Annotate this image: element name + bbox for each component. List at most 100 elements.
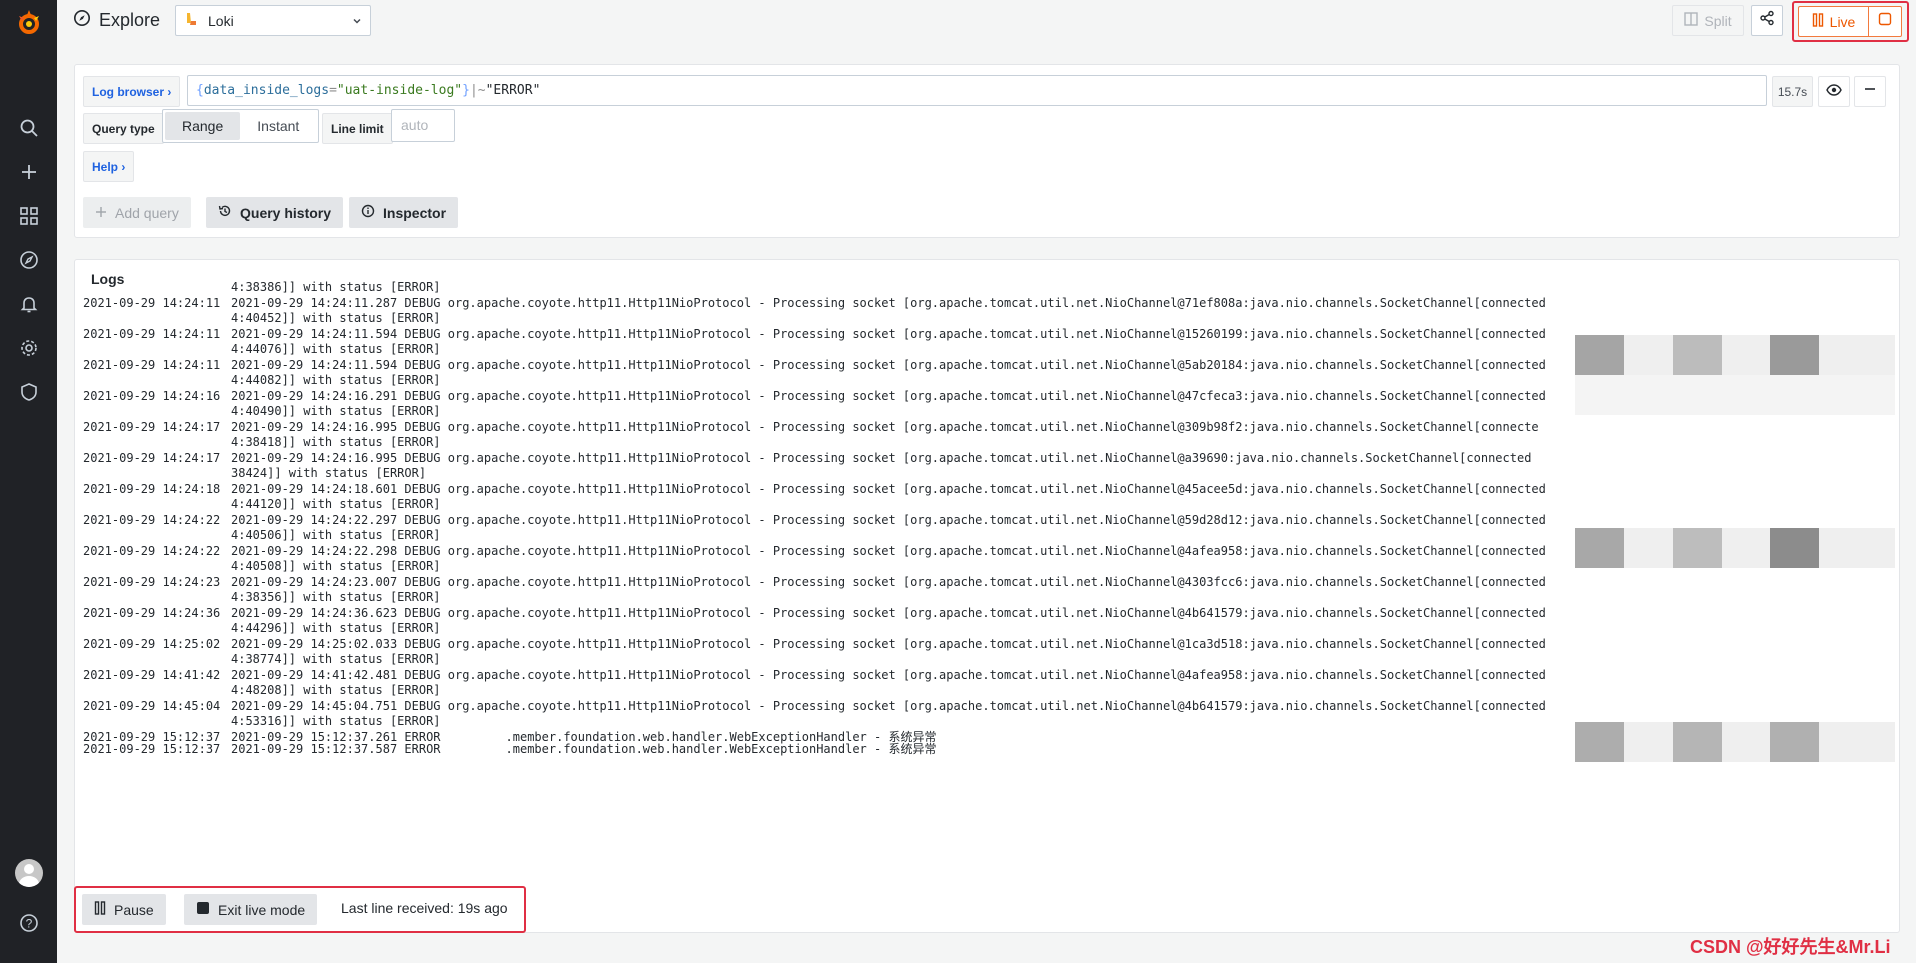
chevron-down-icon (352, 13, 362, 29)
log-continuation: 4:38774]] with status [ERROR] (231, 652, 441, 666)
log-continuation: 4:53316]] with status [ERROR] (231, 714, 441, 728)
log-row[interactable]: 2021-09-29 14:24:11 2021-09-29 14:24:11.2… (83, 296, 1893, 327)
query-history-label: Query history (240, 204, 332, 221)
log-continuation: 4:38356]] with status [ERROR] (231, 590, 441, 604)
log-message: 2021-09-29 14:24:11.594 DEBUG org.apache… (231, 326, 1546, 341)
add-query-button[interactable]: Add query (83, 197, 191, 228)
toggle-visibility-button[interactable] (1818, 76, 1850, 107)
last-line-status: Last line received: 19s ago (341, 900, 508, 916)
log-timestamp: 2021-09-29 14:24:17 (83, 419, 221, 434)
grafana-logo-icon[interactable] (11, 5, 47, 41)
log-row[interactable]: 2021-09-29 14:41:42 2021-09-29 14:41:42.4… (83, 668, 1893, 699)
info-icon (361, 204, 375, 221)
log-continuation: 4:40506]] with status [ERROR] (231, 528, 441, 542)
query-history-button[interactable]: Query history (206, 197, 344, 228)
help-button[interactable]: Help › (83, 151, 135, 182)
log-continuation: 4:40508]] with status [ERROR] (231, 559, 441, 573)
stop-icon (1878, 12, 1892, 31)
top-bar: Explore Loki Split Live (57, 0, 1916, 42)
log-message: 2021-09-29 15:12:37.587 ERROR .member.fo… (231, 742, 937, 756)
query-brace-close: } (462, 83, 470, 98)
log-continuation: 4:38386]] with status [ERROR] (231, 280, 441, 294)
redaction-block (1770, 722, 1819, 762)
help-icon[interactable]: ? (7, 901, 51, 945)
log-timestamp: 2021-09-29 14:24:11 (83, 326, 221, 341)
log-message: 2021-09-29 14:24:22.297 DEBUG org.apache… (231, 512, 1546, 527)
live-highlight: Live (1792, 1, 1909, 42)
log-timestamp: 2021-09-29 14:24:11 (83, 295, 221, 310)
log-message: 2021-09-29 14:24:11.287 DEBUG org.apache… (231, 295, 1546, 310)
query-type-range[interactable]: Range (165, 112, 241, 140)
log-row[interactable]: 2021-09-29 14:24:36 2021-09-29 14:24:36.6… (83, 606, 1893, 637)
log-message: 2021-09-29 14:24:36.623 DEBUG org.apache… (231, 605, 1546, 620)
log-row[interactable]: 2021-09-29 14:25:02 2021-09-29 14:25:02.0… (83, 637, 1893, 668)
remove-query-button[interactable] (1854, 76, 1886, 107)
log-row[interactable]: 2021-09-29 14:24:18 2021-09-29 14:24:18.6… (83, 482, 1893, 513)
log-timestamp: 2021-09-29 14:45:04 (83, 698, 221, 713)
query-type-instant[interactable]: Instant (240, 112, 316, 140)
log-browser-button[interactable]: Log browser › (83, 76, 181, 107)
log-message: 2021-09-29 14:24:16.291 DEBUG org.apache… (231, 388, 1546, 403)
minus-icon (1863, 82, 1877, 101)
share-icon (1759, 10, 1775, 31)
line-limit-input[interactable]: auto (391, 109, 455, 142)
search-icon[interactable] (7, 106, 51, 150)
history-icon (218, 204, 232, 221)
log-message: 2021-09-29 14:45:04.751 DEBUG org.apache… (231, 698, 1546, 713)
eye-icon (1826, 83, 1842, 101)
svg-text:?: ? (25, 917, 32, 931)
inspector-button[interactable]: Inspector (349, 197, 459, 228)
log-timestamp: 2021-09-29 15:12:37 (83, 742, 221, 756)
share-button[interactable] (1751, 5, 1783, 36)
split-button[interactable]: Split (1672, 5, 1744, 36)
page-title: Explore (73, 9, 160, 32)
bell-icon[interactable] (7, 282, 51, 326)
stop-icon (196, 901, 210, 918)
log-timestamp: 2021-09-29 14:41:42 (83, 667, 221, 682)
split-label: Split (1704, 12, 1732, 29)
columns-icon (1684, 12, 1699, 29)
live-button[interactable]: Live (1798, 6, 1868, 37)
log-row[interactable]: 2021-09-29 14:24:23 2021-09-29 14:24:23.0… (83, 575, 1893, 606)
plus-icon[interactable] (7, 150, 51, 194)
compass-icon[interactable] (7, 238, 51, 282)
gear-icon[interactable] (7, 326, 51, 370)
pause-button[interactable]: Pause (82, 894, 166, 925)
query-editor: Log browser › {data_inside_logs="uat-ins… (74, 64, 1900, 238)
log-continuation: 4:40452]] with status [ERROR] (231, 311, 441, 325)
log-timestamp: 2021-09-29 14:24:36 (83, 605, 221, 620)
log-row[interactable]: 2021-09-29 14:24:17 2021-09-29 14:24:16.9… (83, 451, 1893, 482)
redaction-block (1575, 335, 1624, 375)
query-time: 15.7s (1772, 76, 1813, 107)
query-brace-open: { (196, 83, 204, 98)
shield-icon[interactable] (7, 370, 51, 414)
query-filter: "ERROR" (485, 83, 541, 98)
log-continuation: 4:40490]] with status [ERROR] (231, 404, 441, 418)
pause-label: Pause (114, 901, 154, 918)
redaction-block (1575, 722, 1624, 762)
redaction-block (1673, 335, 1722, 375)
log-message: 2021-09-29 14:41:42.481 DEBUG org.apache… (231, 667, 1546, 682)
log-row[interactable]: 2021-09-29 14:24:17 2021-09-29 14:24:16.9… (83, 420, 1893, 451)
log-row-partial[interactable]: 4:38386]] with status [ERROR] (83, 280, 1893, 296)
datasource-picker[interactable]: Loki (175, 5, 371, 36)
inspector-label: Inspector (383, 204, 447, 221)
query-input[interactable]: {data_inside_logs="uat-inside-log"}|~"ER… (187, 75, 1767, 106)
log-continuation: 4:44120]] with status [ERROR] (231, 497, 441, 511)
log-timestamp: 2021-09-29 14:24:23 (83, 574, 221, 589)
log-message: 2021-09-29 14:24:16.995 DEBUG org.apache… (231, 450, 1532, 465)
log-message: 2021-09-29 14:24:16.995 DEBUG org.apache… (231, 419, 1539, 434)
exit-live-mode-button[interactable]: Exit live mode (184, 894, 318, 925)
log-message: 2021-09-29 14:24:18.601 DEBUG org.apache… (231, 481, 1546, 496)
live-label: Live (1829, 13, 1856, 30)
stop-live-button[interactable] (1868, 6, 1902, 37)
sidebar: ? (0, 0, 57, 963)
query-operator: |~ (469, 83, 486, 98)
dashboards-icon[interactable] (7, 194, 51, 238)
log-timestamp: 2021-09-29 14:24:18 (83, 481, 221, 496)
logs-panel: Logs 4:38386]] with status [ERROR] 2021-0… (74, 259, 1900, 933)
redaction-block (1673, 528, 1722, 568)
log-message: 2021-09-29 14:24:11.594 DEBUG org.apache… (231, 357, 1546, 372)
avatar[interactable] (14, 859, 43, 887)
datasource-name: Loki (208, 12, 234, 29)
